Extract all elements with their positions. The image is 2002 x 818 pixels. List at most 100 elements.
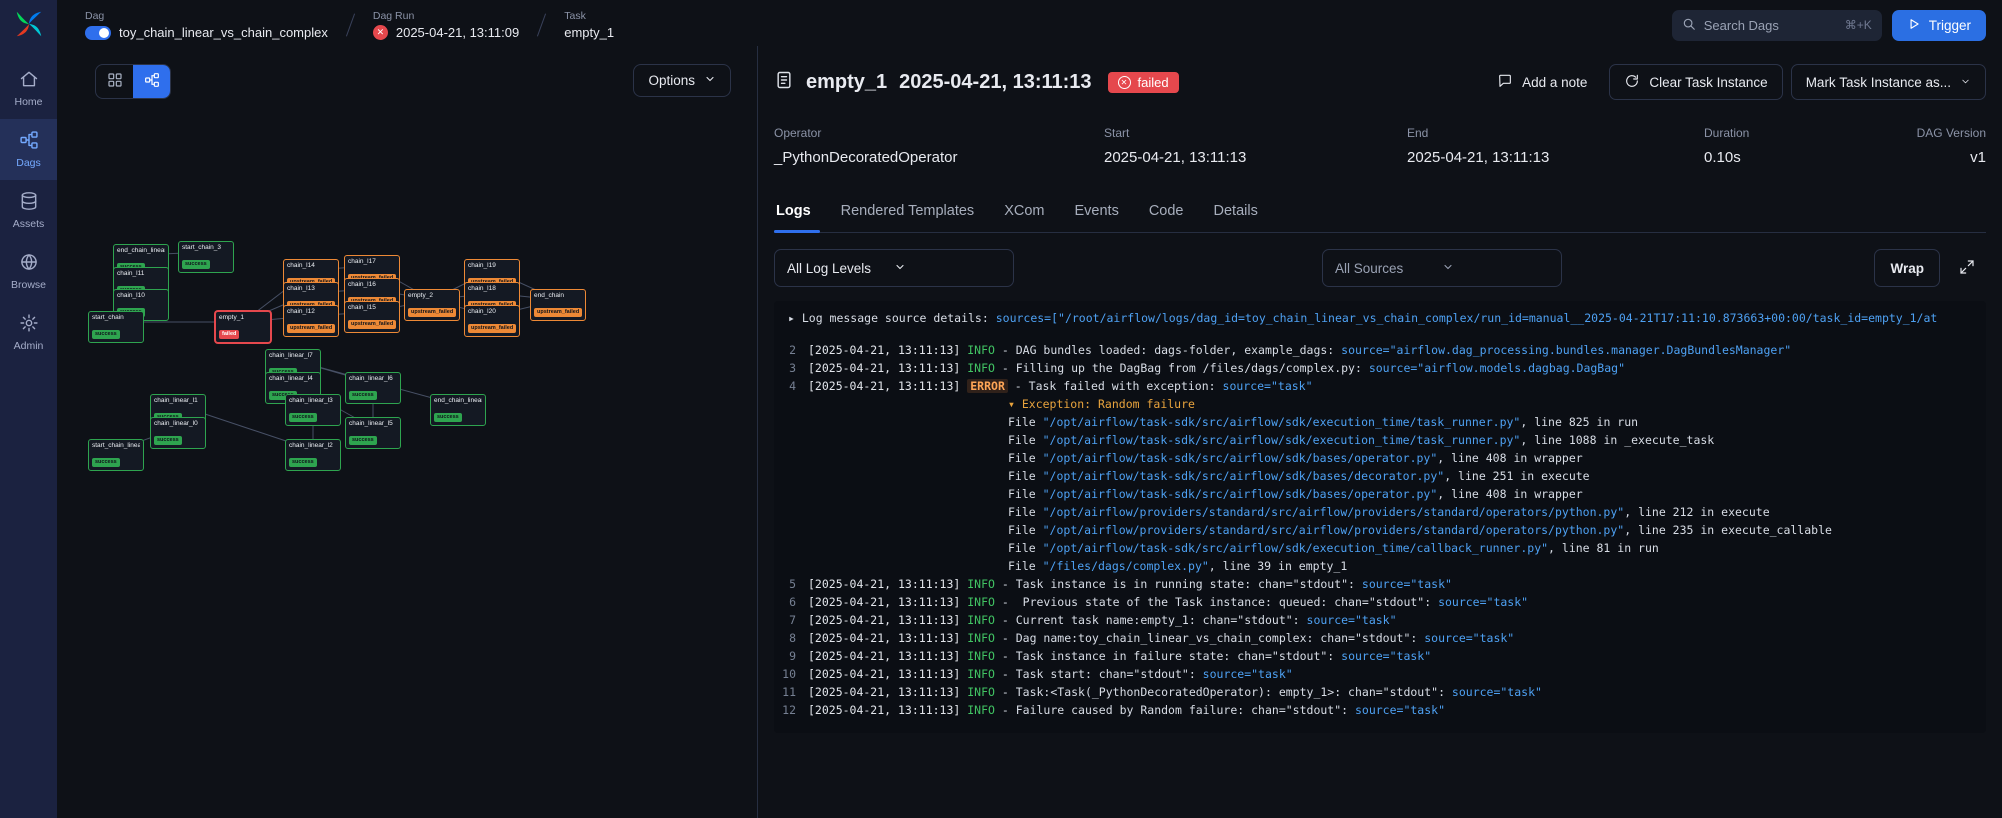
graph-node-chain_linear_l5[interactable]: chain_linear_l5success (345, 417, 401, 449)
log-source-link[interactable]: source="task" (1452, 685, 1542, 699)
dag-name-link[interactable]: toy_chain_linear_vs_chain_complex (119, 25, 328, 40)
log-viewer[interactable]: ▸ Log message source details: sources=["… (774, 301, 1986, 733)
sidebar-item-admin[interactable]: Admin (0, 302, 57, 363)
log-text: , line 235 in execute_callable (1624, 523, 1832, 537)
graph-node-chain_linear_l3[interactable]: chain_linear_l3success (285, 394, 341, 426)
log-source-link[interactable]: "/opt/airflow/task-sdk/src/airflow/sdk/b… (1043, 487, 1438, 501)
log-source-link[interactable]: source="task" (1355, 703, 1445, 717)
node-label: chain_linear_l1 (154, 397, 202, 405)
log-source-link[interactable]: source="task" (1424, 631, 1514, 645)
log-source-link[interactable]: source="task" (1203, 667, 1293, 681)
task-instance-panel: empty_1 2025-04-21, 13:11:13 ✕ failed Ad… (758, 46, 2002, 818)
log-source-link[interactable]: source="airflow.dag_processing.bundles.m… (1341, 343, 1791, 357)
search-input[interactable]: Search Dags ⌘+K (1672, 10, 1882, 41)
sidebar-item-label: Assets (13, 218, 45, 230)
node-label: chain_linear_l7 (269, 352, 317, 360)
sidebar-item-assets[interactable]: Assets (0, 180, 57, 241)
log-source-link[interactable]: "/opt/airflow/task-sdk/src/airflow/sdk/e… (1043, 415, 1521, 429)
log-source-link[interactable]: "/opt/airflow/providers/standard/src/air… (1043, 523, 1625, 537)
clear-task-instance-button[interactable]: Clear Task Instance (1609, 64, 1782, 100)
tab-rendered-templates[interactable]: Rendered Templates (826, 193, 990, 232)
log-source-link[interactable]: sources=["/root/airflow/logs/dag_id=toy_… (996, 311, 1938, 325)
log-text: File (1008, 433, 1043, 447)
log-text: [2025-04-21, 13:11:13] (808, 667, 967, 681)
dag-pause-toggle[interactable] (85, 26, 111, 40)
log-text: - DAG bundles loaded: dags-folder, examp… (995, 343, 1341, 357)
node-label: end_chain_linear_1 (117, 247, 165, 255)
view-toggle (95, 64, 171, 99)
graph-node-chain_linear_l2[interactable]: chain_linear_l2success (285, 439, 341, 471)
dag-run-link[interactable]: ✕ 2025-04-21, 13:11:09 (373, 25, 519, 40)
fullscreen-button[interactable] (1948, 249, 1986, 287)
task-label: Task (564, 10, 614, 22)
node-label: chain_l19 (468, 262, 516, 270)
tab-events[interactable]: Events (1059, 193, 1133, 232)
log-line[interactable]: ▸ Log message source details: sources=["… (782, 309, 1986, 327)
log-source-link[interactable]: source="airflow.models.dagbag.DagBag" (1369, 361, 1625, 375)
log-line: 3[2025-04-21, 13:11:13] INFO - Filling u… (782, 359, 1986, 377)
log-text: ▾ Exception: Random failure (1008, 397, 1195, 411)
graph-node-chain_l12[interactable]: chain_l12upstream_failed (283, 305, 339, 337)
graph-view-button[interactable] (133, 65, 170, 98)
node-label: chain_linear_l4 (269, 375, 317, 383)
log-source-link[interactable]: "/opt/airflow/task-sdk/src/airflow/sdk/e… (1043, 541, 1548, 555)
grid-view-button[interactable] (96, 65, 133, 98)
log-source-link[interactable]: source="task" (1341, 649, 1431, 663)
log-source-link[interactable]: "/opt/airflow/providers/standard/src/air… (1043, 505, 1625, 519)
graph-node-start_chain_linear[interactable]: start_chain_linearsuccess (88, 439, 144, 471)
graph-node-start_chain_3[interactable]: start_chain_3success (178, 241, 234, 273)
log-text: INFO (967, 361, 995, 375)
log-text: - Task start: chan="stdout": (995, 667, 1203, 681)
tab-logs[interactable]: Logs (774, 193, 826, 232)
graph-node-end_chain[interactable]: end_chainupstream_failed (530, 289, 586, 321)
log-source-select[interactable]: All Sources (1322, 249, 1562, 287)
log-line-number (782, 431, 808, 449)
mark-task-instance-as-button[interactable]: Mark Task Instance as... (1791, 64, 1986, 100)
log-source-link[interactable]: source="task" (1362, 577, 1452, 591)
log-text: [2025-04-21, 13:11:13] (808, 343, 967, 357)
play-icon (1907, 17, 1921, 34)
log-line-number: 2 (782, 341, 808, 359)
log-line: File "/opt/airflow/providers/standard/sr… (782, 521, 1986, 539)
tab-details[interactable]: Details (1199, 193, 1273, 232)
log-source-link[interactable]: "/opt/airflow/task-sdk/src/airflow/sdk/b… (1043, 469, 1445, 483)
task-status-badge: ✕ failed (1108, 72, 1179, 93)
graph-node-end_chain_linear[interactable]: end_chain_linearsuccess (430, 394, 486, 426)
sidebar-item-dags[interactable]: Dags (0, 119, 57, 180)
log-source-link[interactable]: "/opt/airflow/task-sdk/src/airflow/sdk/e… (1043, 433, 1521, 447)
log-line-number: 10 (782, 665, 808, 683)
tab-xcom[interactable]: XCom (989, 193, 1059, 232)
graph-node-empty_1[interactable]: empty_1failed (215, 311, 271, 343)
graph-node-chain_linear_l6[interactable]: chain_linear_l6success (345, 372, 401, 404)
options-button[interactable]: Options (633, 64, 731, 97)
log-line-number: 6 (782, 593, 808, 611)
log-source-link[interactable]: "/opt/airflow/task-sdk/src/airflow/sdk/b… (1043, 451, 1438, 465)
graph-node-chain_l15[interactable]: chain_l15upstream_failed (344, 301, 400, 333)
graph-node-empty_2[interactable]: empty_2upstream_failed (404, 289, 460, 321)
graph-node-chain_l20[interactable]: chain_l20upstream_failed (464, 305, 520, 337)
note-icon (1497, 73, 1513, 92)
node-label: chain_l13 (287, 285, 335, 293)
graph-node-start_chain[interactable]: start_chainsuccess (88, 311, 144, 343)
log-line: 5[2025-04-21, 13:11:13] INFO - Task inst… (782, 575, 1986, 593)
sidebar-item-browse[interactable]: Browse (0, 241, 57, 302)
log-line-number (782, 413, 808, 431)
add-a-note-button[interactable]: Add a note (1483, 64, 1601, 100)
log-source-link[interactable]: source="task" (1438, 595, 1528, 609)
sidebar-item-label: Admin (14, 340, 44, 352)
log-line[interactable]: ▾ Exception: Random failure (782, 395, 1986, 413)
log-level-select[interactable]: All Log Levels (774, 249, 1014, 287)
tab-code[interactable]: Code (1134, 193, 1199, 232)
log-text: , line 251 in execute (1444, 469, 1589, 483)
wrap-button[interactable]: Wrap (1874, 249, 1940, 287)
log-text: - Previous state of the Task instance: q… (995, 595, 1438, 609)
log-source-link[interactable]: "/files/dags/complex.py" (1043, 559, 1209, 573)
log-source-link[interactable]: source="task" (1223, 379, 1313, 393)
graph-node-chain_linear_l0[interactable]: chain_linear_l0success (150, 417, 206, 449)
task-name-link[interactable]: empty_1 (564, 25, 614, 40)
airflow-logo-icon[interactable] (14, 9, 44, 44)
log-source-link[interactable]: source="task" (1307, 613, 1397, 627)
sidebar-item-home[interactable]: Home (0, 58, 57, 119)
log-line: File "/opt/airflow/task-sdk/src/airflow/… (782, 539, 1986, 557)
trigger-button[interactable]: Trigger (1892, 10, 1986, 41)
